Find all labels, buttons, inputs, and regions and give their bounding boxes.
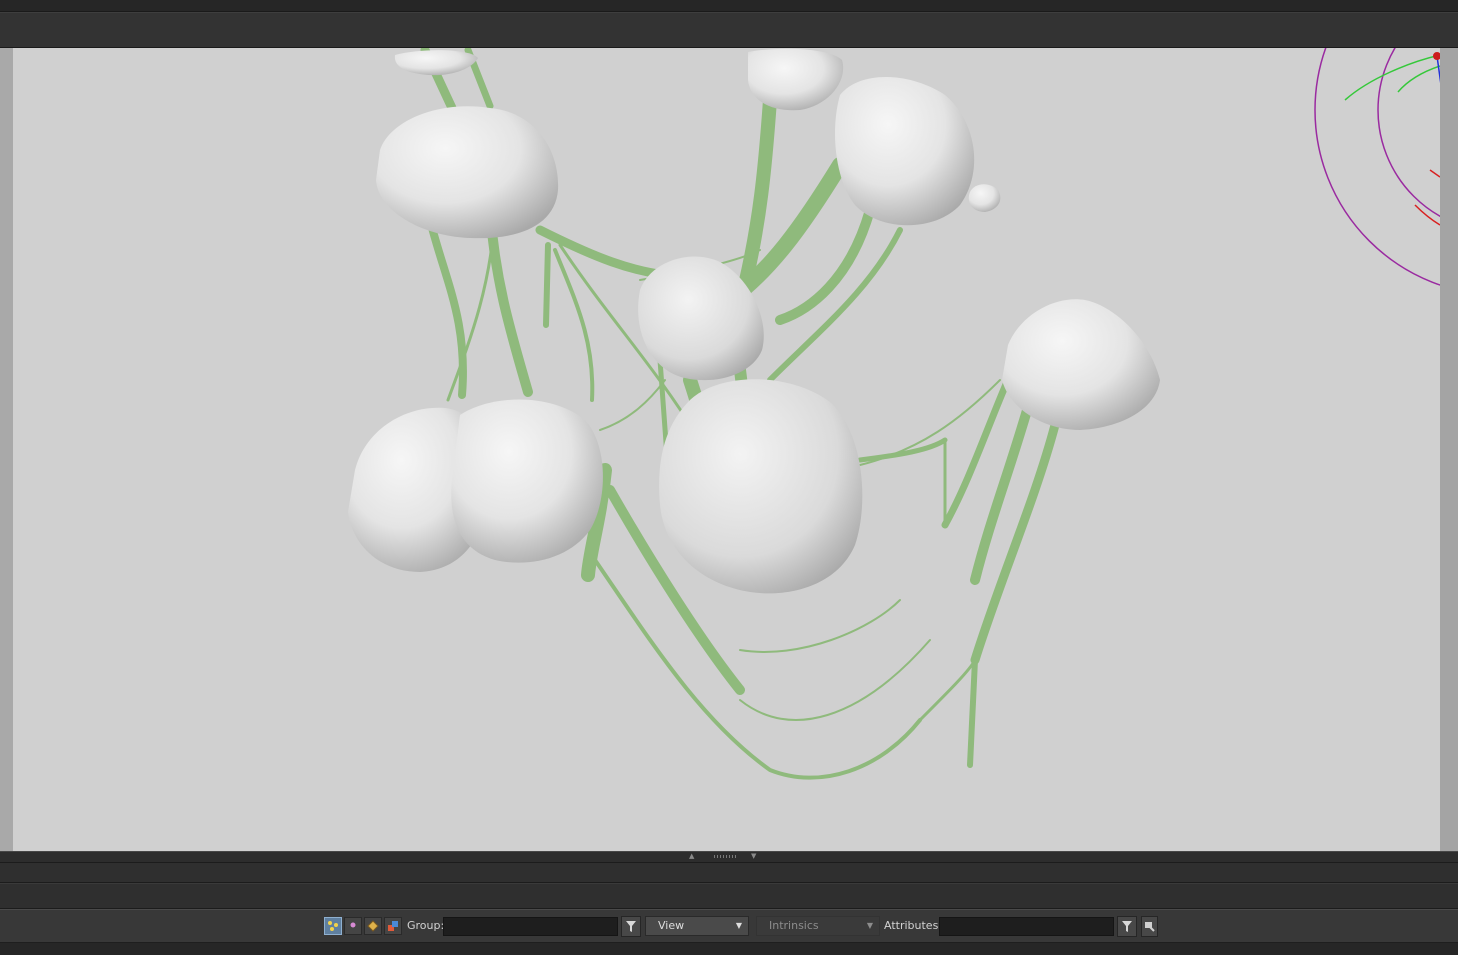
mesh-blob-top-right [748,48,844,111]
mesh-blob-lower-center [659,379,863,594]
mesh-blob-small-nub [968,184,1001,212]
scene-viewport[interactable] [0,48,1458,851]
node-options-icon [1145,922,1155,932]
detail-mode-button[interactable] [384,917,402,935]
mesh-blob-upper-left [376,106,559,239]
group-label: Group: [407,919,445,932]
pane-splitter[interactable]: ▲ ▼ [0,851,1458,863]
status-strip [0,943,1458,955]
mesh-blob-upper-right [835,76,975,226]
attributes-label: Attributes: [884,919,943,932]
attribute-filter-icon [1122,921,1132,932]
pane-tab-bar [0,863,1458,883]
view-dropdown[interactable]: View ▼ [645,916,749,936]
primitives-mode-button[interactable] [364,917,382,935]
detail-mode-icon [388,921,398,931]
points-mode-button[interactable] [324,917,342,935]
white-blob-meshes [348,48,1160,594]
group-field[interactable] [443,917,618,936]
group-filter-icon [626,921,636,932]
chevron-down-icon: ▼ [866,921,873,930]
mesh-blob-right [1002,299,1160,430]
attribute-filter-button[interactable] [1117,916,1137,937]
vertices-mode-button[interactable] [344,917,362,935]
points-mode-icon [328,921,338,931]
attributes-field[interactable] [939,917,1114,936]
split-down-icon[interactable]: ▼ [751,852,756,860]
chevron-down-icon: ▼ [735,921,742,930]
primitives-mode-icon [367,920,379,932]
geometry-spreadsheet-toolbar: Group: View ▼ Intrinsics ▼ Attributes: [0,909,1458,943]
mesh-blob-top-left [394,50,478,76]
mesh-blob-left-pair-b [451,399,603,563]
view-dropdown-label: View [658,919,685,932]
pane-path-bar [0,883,1458,909]
splitter-grip[interactable] [714,855,736,858]
split-up-icon[interactable]: ▲ [689,852,694,860]
viewport-toolbar [0,12,1458,48]
sticky-web-render [348,48,1440,780]
intrinsics-dropdown[interactable]: Intrinsics ▼ [756,916,880,936]
camera-gizmo[interactable] [1314,48,1440,295]
vertices-mode-icon [350,922,356,928]
node-options-button[interactable] [1141,916,1158,937]
intrinsics-dropdown-label: Intrinsics [769,919,819,932]
title-strip [0,0,1458,12]
viewport-right-border [1440,48,1458,851]
group-filter-button[interactable] [621,916,641,937]
